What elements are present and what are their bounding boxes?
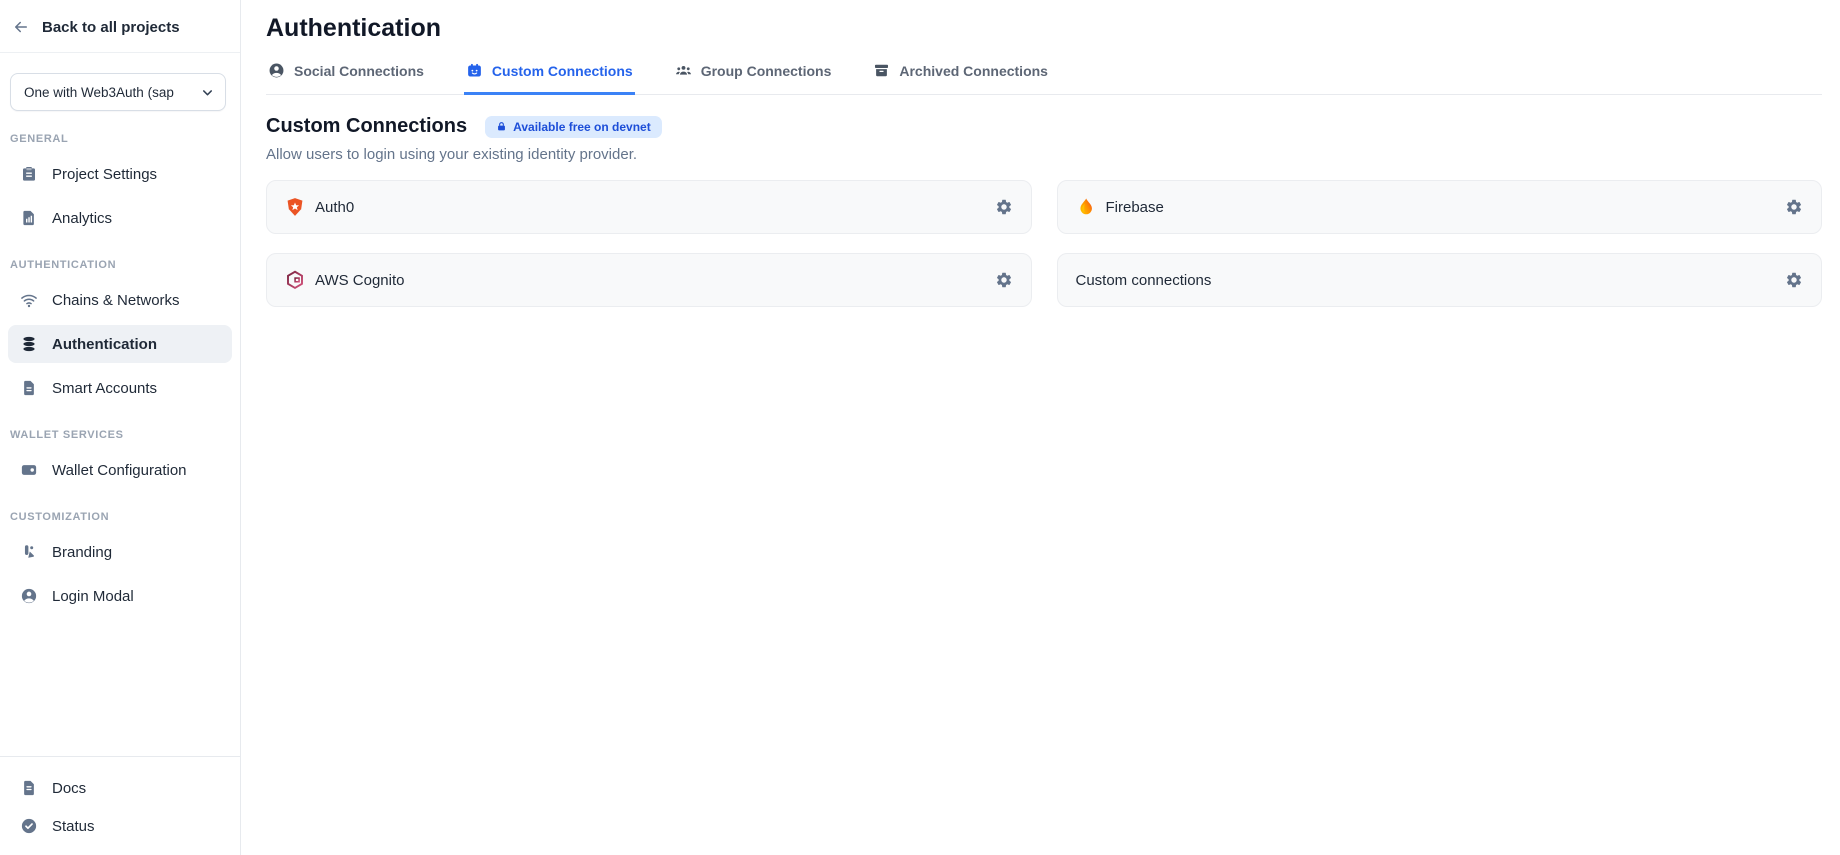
tab-bar: Social Connections Custom Connections Gr… — [266, 58, 1822, 95]
section-label-authentication: AUTHENTICATION — [10, 259, 228, 271]
back-label: Back to all projects — [42, 19, 180, 36]
connection-card-custom-connections[interactable]: Custom connections — [1057, 253, 1823, 307]
sidebar-item-authentication[interactable]: Authentication — [8, 325, 232, 363]
tab-social-connections[interactable]: Social Connections — [266, 58, 426, 95]
people-group-icon — [675, 62, 692, 79]
devnet-badge: Available free on devnet — [485, 116, 662, 138]
sidebar-item-label: Smart Accounts — [52, 380, 157, 397]
sidebar-nav: GENERAL Project Settings Analytics AUTHE… — [0, 111, 240, 756]
sidebar-item-label: Analytics — [52, 210, 112, 227]
sidebar-item-label: Project Settings — [52, 166, 157, 183]
back-to-projects-button[interactable]: Back to all projects — [0, 0, 240, 53]
lock-icon — [496, 121, 507, 132]
card-label: Auth0 — [315, 199, 354, 216]
auth0-logo — [285, 197, 305, 217]
sidebar-item-label: Authentication — [52, 336, 157, 353]
card-label: Custom connections — [1076, 272, 1212, 289]
section-label-wallet-services: WALLET SERVICES — [10, 429, 228, 441]
section-head: Custom Connections Available free on dev… — [266, 115, 1822, 138]
database-icon — [20, 335, 38, 353]
sidebar-item-status[interactable]: Status — [8, 809, 232, 843]
tab-label: Custom Connections — [492, 63, 633, 79]
brush-icon — [20, 543, 38, 561]
sidebar-item-branding[interactable]: Branding — [8, 533, 232, 571]
tab-label: Group Connections — [701, 63, 832, 79]
sidebar: Back to all projects One with Web3Auth (… — [0, 0, 241, 855]
file-icon — [20, 379, 38, 397]
sidebar-item-label: Status — [52, 818, 95, 835]
sidebar-item-label: Docs — [52, 780, 86, 797]
connections-grid: Auth0 Firebase AWS Cognito — [266, 180, 1822, 307]
card-left: Auth0 — [285, 197, 354, 217]
card-left: Custom connections — [1076, 272, 1212, 289]
firebase-logo — [1076, 197, 1096, 217]
sidebar-item-label: Chains & Networks — [52, 292, 180, 309]
gear-icon[interactable] — [995, 271, 1013, 289]
project-selector-dropdown[interactable]: One with Web3Auth (sap — [10, 73, 226, 111]
sidebar-item-label: Wallet Configuration — [52, 462, 187, 479]
check-circle-icon — [20, 817, 38, 835]
wallet-icon — [20, 461, 38, 479]
gear-icon[interactable] — [1785, 198, 1803, 216]
aws-cognito-logo — [285, 270, 305, 290]
gear-icon[interactable] — [995, 198, 1013, 216]
main-content: Authentication Social Connections Custom… — [241, 0, 1840, 855]
sidebar-item-docs[interactable]: Docs — [8, 771, 232, 805]
sidebar-item-analytics[interactable]: Analytics — [8, 199, 232, 237]
sidebar-item-project-settings[interactable]: Project Settings — [8, 155, 232, 193]
sidebar-item-label: Branding — [52, 544, 112, 561]
connection-card-firebase[interactable]: Firebase — [1057, 180, 1823, 234]
document-icon — [20, 779, 38, 797]
tab-custom-connections[interactable]: Custom Connections — [464, 58, 635, 95]
gear-icon[interactable] — [1785, 271, 1803, 289]
tab-archived-connections[interactable]: Archived Connections — [871, 58, 1050, 95]
page-title: Authentication — [266, 13, 1822, 43]
card-left: AWS Cognito — [285, 270, 404, 290]
card-left: Firebase — [1076, 197, 1164, 217]
section-heading: Custom Connections — [266, 115, 467, 138]
sidebar-item-chains-networks[interactable]: Chains & Networks — [8, 281, 232, 319]
chevron-down-icon — [200, 85, 215, 100]
person-circle-icon — [268, 62, 285, 79]
sidebar-footer: Docs Status — [0, 756, 240, 855]
section-label-customization: CUSTOMIZATION — [10, 511, 228, 523]
tab-group-connections[interactable]: Group Connections — [673, 58, 834, 95]
sidebar-item-label: Login Modal — [52, 588, 134, 605]
clipboard-icon — [20, 165, 38, 183]
badge-label: Available free on devnet — [513, 120, 651, 134]
sidebar-item-login-modal[interactable]: Login Modal — [8, 577, 232, 615]
user-circle-icon — [20, 587, 38, 605]
section-description: Allow users to login using your existing… — [266, 146, 1822, 163]
sidebar-item-wallet-configuration[interactable]: Wallet Configuration — [8, 451, 232, 489]
id-badge-icon — [466, 62, 483, 79]
section-label-general: GENERAL — [10, 133, 228, 145]
analytics-icon — [20, 209, 38, 227]
tab-label: Social Connections — [294, 63, 424, 79]
connection-card-aws-cognito[interactable]: AWS Cognito — [266, 253, 1032, 307]
project-selector-value: One with Web3Auth (sap — [24, 85, 174, 100]
card-label: AWS Cognito — [315, 272, 404, 289]
arrow-left-icon — [12, 18, 30, 36]
card-label: Firebase — [1106, 199, 1164, 216]
archive-icon — [873, 62, 890, 79]
sidebar-item-smart-accounts[interactable]: Smart Accounts — [8, 369, 232, 407]
tab-label: Archived Connections — [899, 63, 1048, 79]
wifi-icon — [20, 291, 38, 309]
connection-card-auth0[interactable]: Auth0 — [266, 180, 1032, 234]
